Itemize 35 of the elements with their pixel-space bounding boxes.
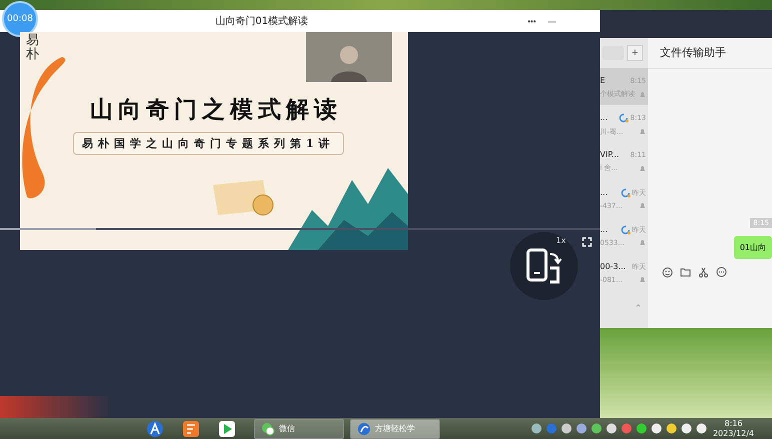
contact-name: ... (600, 225, 609, 234)
rotate-screen-icon[interactable] (524, 246, 564, 286)
contact-name: ... (600, 188, 609, 197)
message-bubble: 01山向 (734, 236, 772, 259)
bell-icon (639, 90, 646, 98)
contact-name: VIP... (600, 150, 620, 159)
fullscreen-icon[interactable] (582, 237, 592, 247)
folder-icon[interactable] (680, 267, 691, 278)
app-icon[interactable] (146, 420, 164, 438)
scissors-icon[interactable] (698, 267, 709, 278)
contact-name: E (600, 76, 606, 85)
minimize-button[interactable]: — (544, 16, 560, 26)
app-icon (261, 422, 275, 436)
more-button[interactable]: ••• (524, 16, 540, 26)
chat-bubble-icon[interactable] (716, 267, 727, 278)
bell-icon (639, 128, 646, 135)
bell-icon (639, 239, 646, 246)
slide-subtitle: 易朴国学之山向奇门专题系列第1讲 (73, 132, 344, 155)
play-app-icon[interactable] (218, 420, 236, 438)
add-button[interactable]: + (627, 45, 643, 61)
contact-name: ... (600, 113, 609, 122)
taskbar-window-button[interactable]: 微信 (254, 418, 344, 438)
bell-icon (639, 164, 646, 172)
clock-time[interactable]: 8:16 (712, 418, 754, 428)
chat-title: 文件传输助手 (648, 38, 772, 69)
window-title: 山向奇门01模式解读 (215, 14, 308, 28)
bell-icon (639, 276, 646, 283)
app-icon (357, 422, 371, 436)
pdf-app-icon[interactable] (182, 420, 200, 438)
playback-speed[interactable]: 1x (556, 236, 566, 245)
contact-name: 00-3... (600, 262, 627, 271)
slide-title: 山向奇门之模式解读 (90, 95, 342, 125)
bell-icon (639, 202, 646, 209)
emoji-icon[interactable] (662, 267, 673, 278)
clock-date[interactable]: 2023/12/4 (712, 428, 754, 438)
